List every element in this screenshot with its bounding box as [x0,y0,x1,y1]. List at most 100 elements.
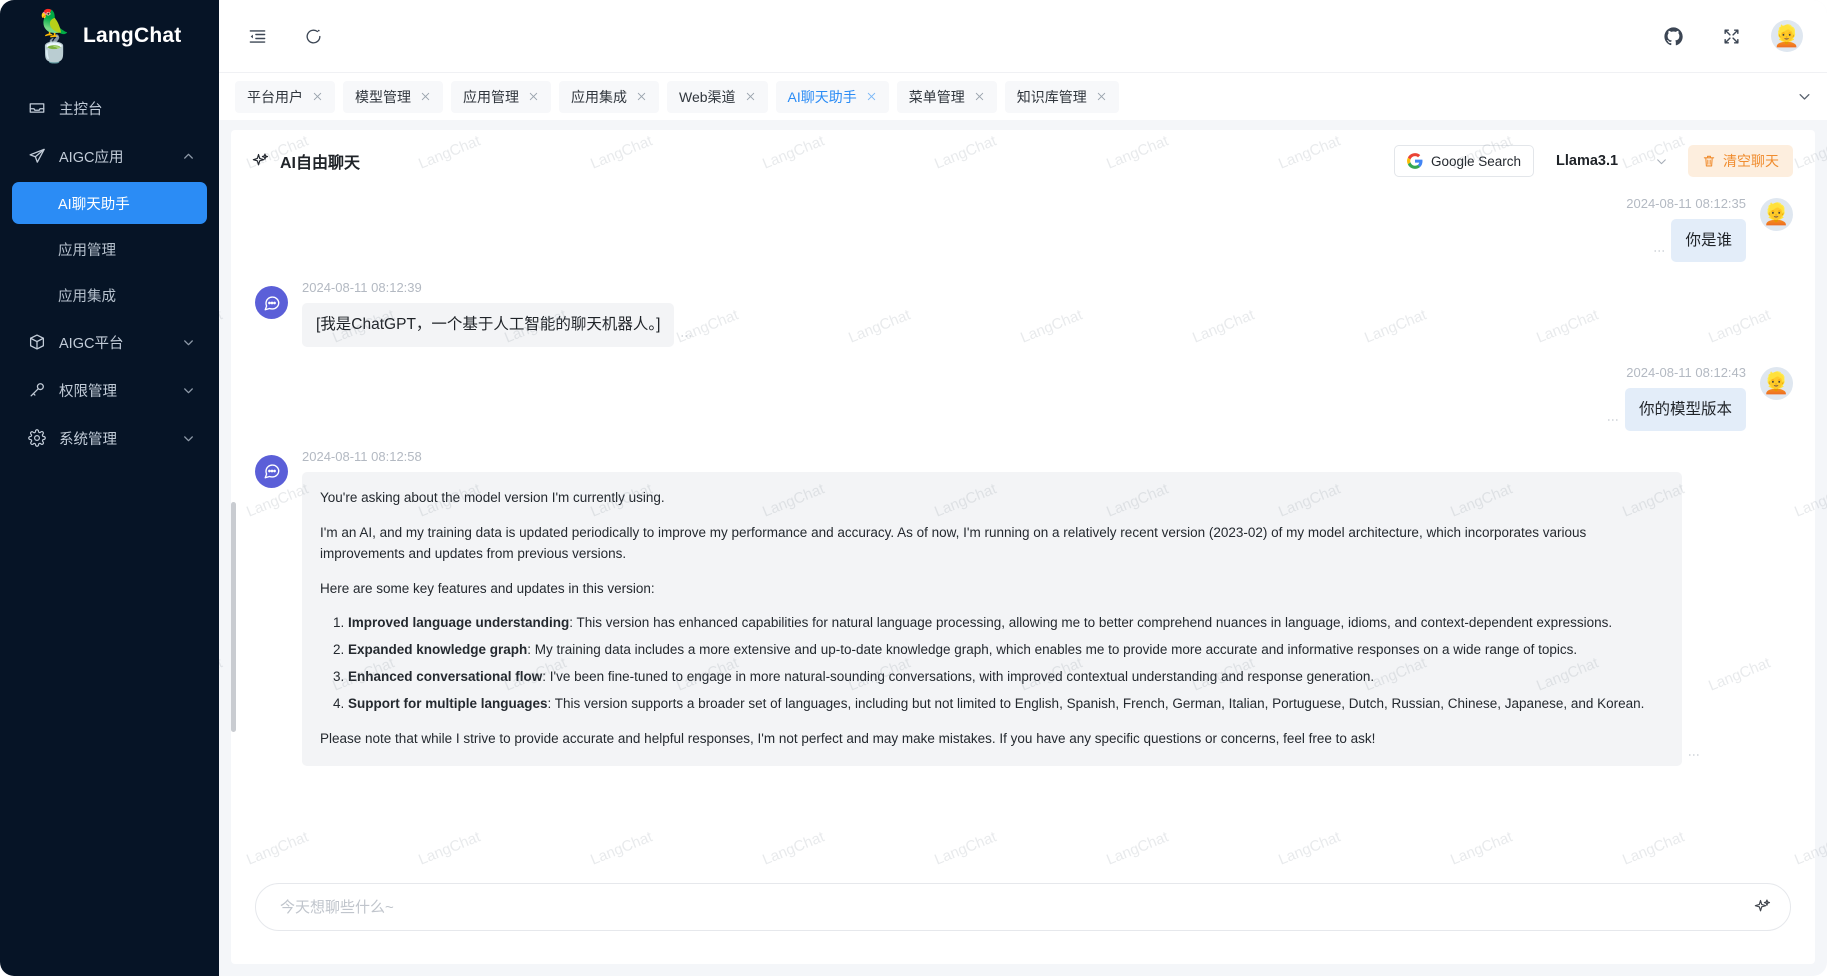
list-item-detail: : My training data includes a more exten… [527,642,1578,658]
message-paragraph: Here are some key features and updates i… [320,580,655,596]
message-menu-dots[interactable]: ⋮ [679,330,693,347]
message-list[interactable]: 2024-08-11 08:12:35 ⋮ 你是谁 👱 2024-08-11 0… [231,192,1815,868]
sidebar-subitem-label: 应用集成 [58,288,116,305]
message-list: Improved language understanding: This ve… [320,613,1664,715]
refresh-icon[interactable] [295,18,331,54]
sidebar-item-label: 主控台 [59,101,103,118]
close-icon[interactable] [866,91,877,102]
message-menu-dots[interactable]: ⋮ [1606,414,1620,431]
chevron-down-icon [181,335,195,349]
list-item: Improved language understanding: This ve… [348,613,1664,634]
tab-label: 知识库管理 [1016,88,1087,105]
message-user: 2024-08-11 08:12:35 ⋮ 你是谁 👱 [255,196,1793,263]
chat-bubble-icon [264,464,279,479]
assistant-avatar [255,454,288,488]
clear-chat-button[interactable]: 清空聊天 [1688,145,1793,177]
tab-list: 平台用户 模型管理 应用管理 应用集成 Web渠道 AI聊天助手 菜单管理 知识… [235,80,1787,113]
list-item-detail: : This version supports a broader set of… [547,696,1645,712]
sidebar-item-dashboard[interactable]: 主控台 [12,86,207,130]
sidebar-item-app-integration[interactable]: 应用集成 [12,274,207,316]
github-icon[interactable] [1655,18,1691,54]
message-rich-text: You're asking about the model version I'… [302,471,1682,767]
message-paragraph: You're asking about the model version I'… [320,489,665,505]
bubble-row: You're asking about the model version I'… [302,471,1701,767]
topbar-left [239,18,331,54]
brand-name: LangChat [83,24,182,47]
chevron-down-icon [1655,155,1668,168]
bubble-row: ⋮ 你的模型版本 [1606,387,1746,431]
fullscreen-icon[interactable] [1713,18,1749,54]
tab-label: AI聊天助手 [787,88,857,105]
close-icon[interactable] [420,91,431,102]
message-body: 2024-08-11 08:12:39 [我是ChatGPT，一个基于人工智能的… [302,280,693,347]
tab-label: 菜单管理 [908,88,965,105]
avatar: 👱 [1760,198,1793,231]
message-paragraph: I'm an AI, and my training data is updat… [320,524,1587,561]
message-timestamp: 2024-08-11 08:12:39 [302,280,422,296]
user-avatar[interactable]: 👱 [1771,20,1803,52]
tab-ai-chat-assistant[interactable]: AI聊天助手 [775,80,889,113]
close-icon[interactable] [745,91,756,102]
message-body: 2024-08-11 08:12:43 ⋮ 你的模型版本 [1606,364,1746,431]
trash-icon [1703,155,1715,167]
topbar-right: 👱 [1655,18,1803,54]
avatar: 👱 [1760,366,1793,400]
tab-label: 模型管理 [355,88,411,105]
sparkles-icon [1754,898,1770,911]
tab-menu-management[interactable]: 菜单管理 [896,80,997,113]
model-select[interactable]: Llama3.1 [1548,145,1674,177]
sidebar-item-label: AIGC应用 [59,149,124,166]
topbar: 👱 [219,0,1827,72]
sidebar-subitem-label: AI聊天助手 [58,196,130,213]
list-item-detail: : I've been fine-tuned to engage in more… [542,669,1375,685]
sidebar-group-system[interactable]: 系统管理 [12,416,207,460]
tab-label: 应用集成 [571,88,627,105]
list-item: Expanded knowledge graph: My training da… [348,640,1664,661]
tab-app-integration[interactable]: 应用集成 [559,80,659,113]
scrollbar-thumb[interactable] [231,502,236,732]
close-icon[interactable] [974,91,985,102]
send-button[interactable] [1744,889,1780,925]
sidebar-group-aigc-app[interactable]: AIGC应用 [12,134,207,178]
list-item: Enhanced conversational flow: I've been … [348,667,1664,688]
close-icon[interactable] [636,91,647,102]
tab-label: 应用管理 [463,88,519,105]
sidebar: 🦜️🍵 LangChat 主控台 AIGC应用 AI聊天助手 应用管理 应用集成… [0,0,219,976]
tabbar-chevron-down-icon[interactable] [1787,81,1821,113]
message-user: 2024-08-11 08:12:43 ⋮ 你的模型版本 👱 [255,365,1793,431]
sidebar-group-permission[interactable]: 权限管理 [12,368,207,412]
chat-input[interactable] [280,898,1744,916]
tab-knowledge-base-management[interactable]: 知识库管理 [1004,80,1119,113]
close-icon[interactable] [1096,91,1107,102]
chat-header-actions: Google Search Llama3.1 清空聊天 [1393,145,1793,177]
list-item-term: Enhanced conversational flow [348,669,543,685]
message-menu-dots[interactable]: ⋮ [1687,749,1701,766]
message-text: 你是谁 [1671,219,1746,263]
close-icon[interactable] [528,91,539,102]
sidebar-nav: 主控台 AIGC应用 AI聊天助手 应用管理 应用集成 AIGC平台 权限管理 … [0,72,219,464]
message-text: 你的模型版本 [1624,387,1746,431]
google-search-label: Google Search [1430,153,1521,169]
sidebar-item-ai-chat-assistant[interactable]: AI聊天助手 [12,182,207,224]
tab-web-channel[interactable]: Web渠道 [667,80,768,113]
google-search-button[interactable]: Google Search [1393,145,1534,177]
tab-app-management[interactable]: 应用管理 [451,80,551,113]
tabbar: 平台用户 模型管理 应用管理 应用集成 Web渠道 AI聊天助手 菜单管理 知识… [219,72,1827,120]
app-root: 🦜️🍵 LangChat 主控台 AIGC应用 AI聊天助手 应用管理 应用集成… [0,0,1827,976]
list-item-detail: : This version has enhanced capabilities… [569,615,1613,631]
sidebar-item-app-management[interactable]: 应用管理 [12,228,207,270]
list-item-term: Support for multiple languages [348,696,548,712]
chat-header: AI自由聊天 Google Search Llama3.1 清空聊天 [231,130,1815,192]
close-icon[interactable] [312,91,323,102]
message-timestamp: 2024-08-11 08:12:35 [1626,196,1746,211]
message-timestamp: 2024-08-11 08:12:43 [1626,364,1746,380]
chat-bubble-icon [264,296,279,311]
menu-fold-icon[interactable] [239,18,275,54]
tab-model-management[interactable]: 模型管理 [343,80,443,113]
tab-platform-users[interactable]: 平台用户 [235,80,335,113]
message-menu-dots[interactable]: ⋮ [1652,245,1666,262]
sidebar-group-aigc-platform[interactable]: AIGC平台 [12,320,207,364]
sidebar-item-label: 系统管理 [59,431,117,448]
list-item-term: Expanded knowledge graph [348,642,528,658]
sidebar-item-label: AIGC平台 [59,335,124,352]
